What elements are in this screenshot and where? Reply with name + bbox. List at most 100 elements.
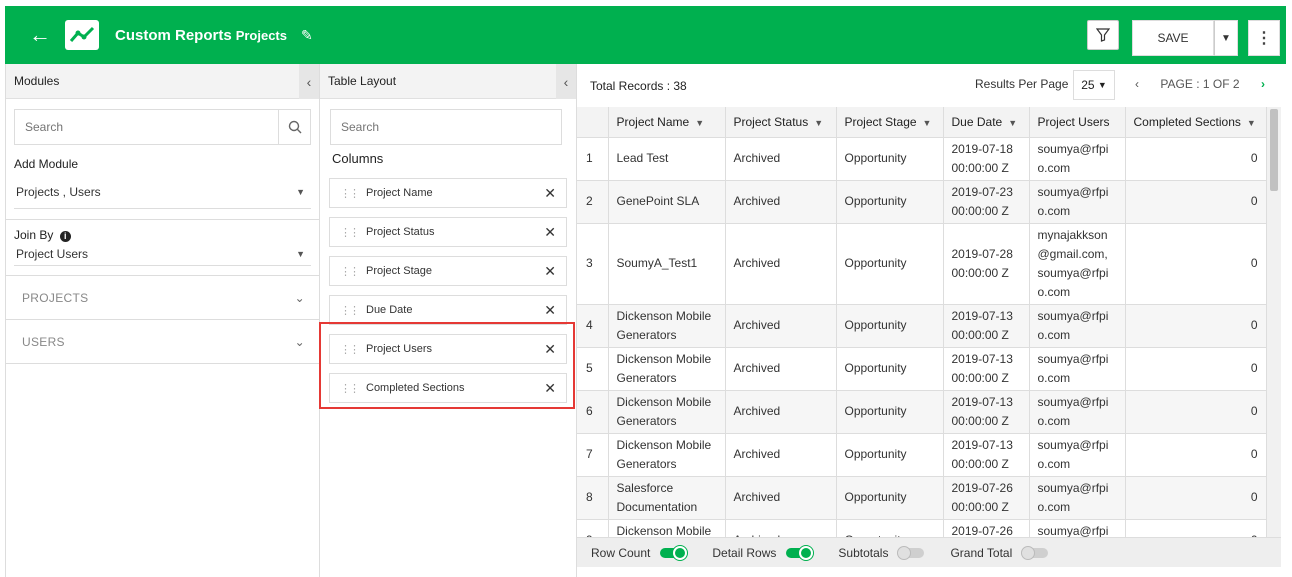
table-row[interactable]: 8 Salesforce Documentation Archived Opportu… [577, 476, 1267, 520]
column-header-due-date[interactable]: Due Date ▼ [943, 107, 1030, 138]
results-grid: Project Name ▼ Project Status ▼ Project St… [577, 107, 1267, 537]
table-row[interactable]: 5 Dickenson Mobile Generators Archived Oppo… [577, 347, 1267, 391]
drag-handle-icon[interactable]: ⋮⋮ [340, 304, 360, 317]
due-date-cell: 2019-07-13 00:00:00 Z [943, 433, 1030, 477]
collapse-layout-chevron-icon[interactable]: ‹ [556, 64, 576, 99]
sort-caret-icon[interactable]: ▼ [923, 118, 932, 128]
drag-handle-icon[interactable]: ⋮⋮ [340, 187, 360, 200]
completed-sections-cell: 0 [1125, 223, 1267, 305]
due-date-cell: 2019-07-26 00:00:00 Z [943, 476, 1030, 520]
more-options-icon[interactable]: ⋮ [1248, 20, 1280, 56]
project-status-cell: Archived [725, 223, 837, 305]
modules-panel: Modules ‹ Add Module Projects , Users ▼ … [5, 64, 320, 577]
pagination: ‹ PAGE : 1 OF 2 › [1135, 77, 1265, 91]
scrollbar-thumb[interactable] [1270, 109, 1278, 191]
prev-page-icon[interactable]: ‹ [1135, 77, 1139, 91]
column-header-completed-sections[interactable]: Completed Sections ▼ [1125, 107, 1267, 138]
project-status-cell: Archived [725, 519, 837, 537]
completed-sections-cell: 0 [1125, 137, 1267, 181]
column-header-project-stage[interactable]: Project Stage ▼ [836, 107, 944, 138]
toggle-detail-rows[interactable]: Detail Rows [712, 545, 814, 560]
table-layout-header: Table Layout ‹ [320, 64, 576, 99]
close-icon[interactable]: ✕ [544, 263, 556, 280]
table-row[interactable]: 9Dickenson Mobile GeneratorsArchivedOppo… [577, 519, 1267, 537]
toggle-row-count[interactable]: Row Count [591, 545, 688, 560]
join-by-select[interactable]: Project Users ▼ [14, 242, 311, 266]
project-users-cell: soumya@rfpio.com [1029, 433, 1126, 477]
column-item-project-stage[interactable]: ⋮⋮ Project Stage ✕ [329, 256, 567, 286]
add-module-value: Projects , Users [16, 184, 101, 199]
columns-search-input[interactable] [331, 110, 561, 144]
row-number-cell: 9 [577, 519, 609, 537]
column-header-project-users[interactable]: Project Users [1029, 107, 1126, 138]
save-button[interactable]: SAVE [1132, 20, 1214, 56]
due-date-cell: 2019-07-18 00:00:00 Z [943, 137, 1030, 181]
project-name-cell: Dickenson Mobile Generators [608, 390, 726, 434]
results-per-page-select[interactable]: 25 ▼ [1073, 70, 1115, 100]
chevron-down-icon: ▼ [1097, 80, 1107, 90]
filter-button[interactable] [1087, 20, 1119, 50]
column-header-project-name[interactable]: Project Name ▼ [608, 107, 726, 138]
table-row[interactable]: 7 Dickenson Mobile Generators Archived Oppo… [577, 433, 1267, 477]
sort-caret-icon[interactable]: ▼ [814, 118, 823, 128]
column-item-project-status[interactable]: ⋮⋮ Project Status ✕ [329, 217, 567, 247]
back-arrow-icon[interactable]: ← [25, 20, 55, 50]
close-icon[interactable]: ✕ [544, 224, 556, 241]
completed-sections-cell: 0 [1125, 180, 1267, 224]
drag-handle-icon[interactable]: ⋮⋮ [340, 265, 360, 278]
due-date-cell: 2019-07-13 00:00:00 Z [943, 347, 1030, 391]
toggle-switch[interactable] [786, 545, 814, 560]
toggle-label: Subtotals [838, 545, 889, 560]
table-layout-panel: Table Layout ‹ Columns ⋮⋮ Project Name ✕… [320, 64, 577, 577]
toggle-switch[interactable] [897, 545, 925, 560]
column-header-label: Project Users [1037, 114, 1110, 129]
next-page-icon[interactable]: › [1261, 77, 1265, 91]
add-module-label: Add Module [14, 157, 79, 171]
close-icon[interactable]: ✕ [544, 302, 556, 319]
column-header-label: Due Date [951, 114, 1003, 129]
toggle-subtotals[interactable]: Subtotals [838, 545, 925, 560]
save-options-caret-icon[interactable]: ▼ [1214, 20, 1238, 56]
column-item-label: Project Stage [366, 265, 433, 277]
project-stage-cell: Opportunity [836, 519, 944, 537]
table-row[interactable]: 1 Lead Test Archived Opportunity 2019-07-18 … [577, 137, 1267, 181]
report-logo-icon [65, 20, 99, 50]
toggle-switch[interactable] [1021, 545, 1049, 560]
info-icon: i [59, 231, 71, 242]
modules-search-input[interactable] [15, 110, 278, 144]
accordion-users-label: USERS [22, 334, 65, 349]
column-header-label: Project Name [616, 114, 690, 129]
accordion-projects[interactable]: PROJECTS ⌄ [6, 276, 319, 320]
columns-search [330, 109, 562, 145]
project-status-cell: Archived [725, 347, 837, 391]
accordion-users[interactable]: USERS ⌄ [6, 320, 319, 364]
drag-handle-icon[interactable]: ⋮⋮ [340, 226, 360, 239]
close-icon[interactable]: ✕ [544, 185, 556, 202]
due-date-cell: 2019-07-23 00:00:00 Z [943, 180, 1030, 224]
project-stage-cell: Opportunity [836, 180, 944, 224]
add-module-select[interactable]: Projects , Users ▼ [14, 175, 311, 209]
project-stage-cell: Opportunity [836, 433, 944, 477]
sort-caret-icon[interactable]: ▼ [695, 118, 704, 128]
sort-caret-icon[interactable]: ▼ [1008, 118, 1017, 128]
project-name-cell: Dickenson Mobile Generators [608, 433, 726, 477]
row-number-cell: 2 [577, 180, 609, 224]
table-row[interactable]: 3 SoumyA_Test1 Archived Opportunity 2019-07-… [577, 223, 1267, 305]
row-number-cell: 6 [577, 390, 609, 434]
table-row[interactable]: 4 Dickenson Mobile Generators Archived Oppo… [577, 304, 1267, 348]
column-item-project-name[interactable]: ⋮⋮ Project Name ✕ [329, 178, 567, 208]
toggle-grand-total[interactable]: Grand Total [950, 545, 1049, 560]
column-item-due-date[interactable]: ⋮⋮ Due Date ✕ [329, 295, 567, 325]
collapse-modules-chevron-icon[interactable]: ‹ [299, 64, 319, 99]
completed-sections-cell: 0 [1125, 519, 1267, 537]
sort-caret-icon[interactable]: ▼ [1247, 118, 1256, 128]
table-row[interactable]: 2 GenePoint SLA Archived Opportunity 2019-07… [577, 180, 1267, 224]
toggle-switch[interactable] [660, 545, 688, 560]
join-by-label-text: Join By [14, 228, 54, 242]
vertical-scrollbar[interactable] [1267, 107, 1281, 537]
join-by-value: Project Users [16, 246, 89, 261]
search-icon[interactable] [278, 110, 310, 144]
table-row[interactable]: 6 Dickenson Mobile Generators Archived Oppo… [577, 390, 1267, 434]
column-header-project-status[interactable]: Project Status ▼ [725, 107, 837, 138]
edit-pencil-icon[interactable]: ✎ [301, 27, 313, 44]
